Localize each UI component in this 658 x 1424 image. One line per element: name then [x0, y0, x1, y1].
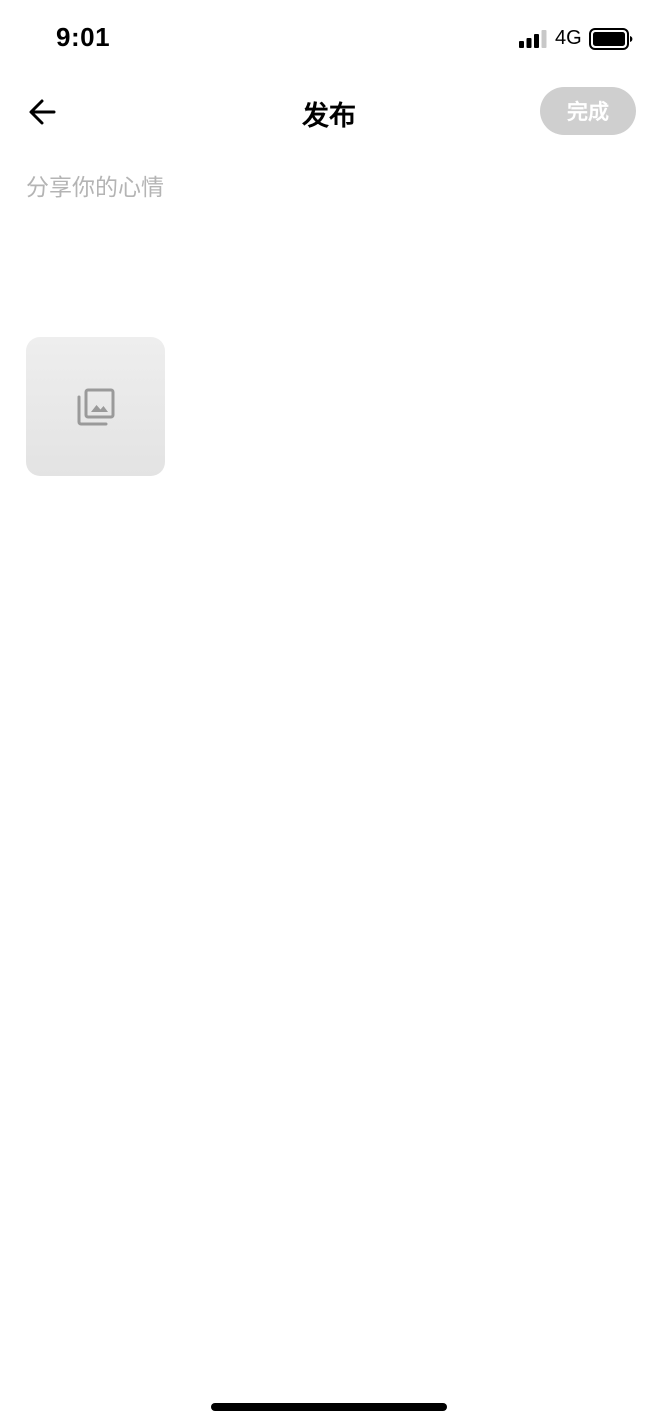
- nav-bar: 发布 完成: [0, 80, 658, 144]
- photo-library-icon: [77, 388, 114, 425]
- status-time: 9:01: [56, 22, 111, 52]
- signal-icon: [519, 30, 547, 48]
- network-label: 4G: [555, 27, 582, 49]
- done-button[interactable]: 完成: [540, 87, 636, 135]
- status-bar: 9:01 4G: [0, 0, 658, 80]
- battery-icon: [589, 28, 633, 50]
- add-image-button[interactable]: [26, 337, 165, 476]
- home-indicator: [211, 1403, 447, 1411]
- mood-text-input[interactable]: [26, 168, 632, 298]
